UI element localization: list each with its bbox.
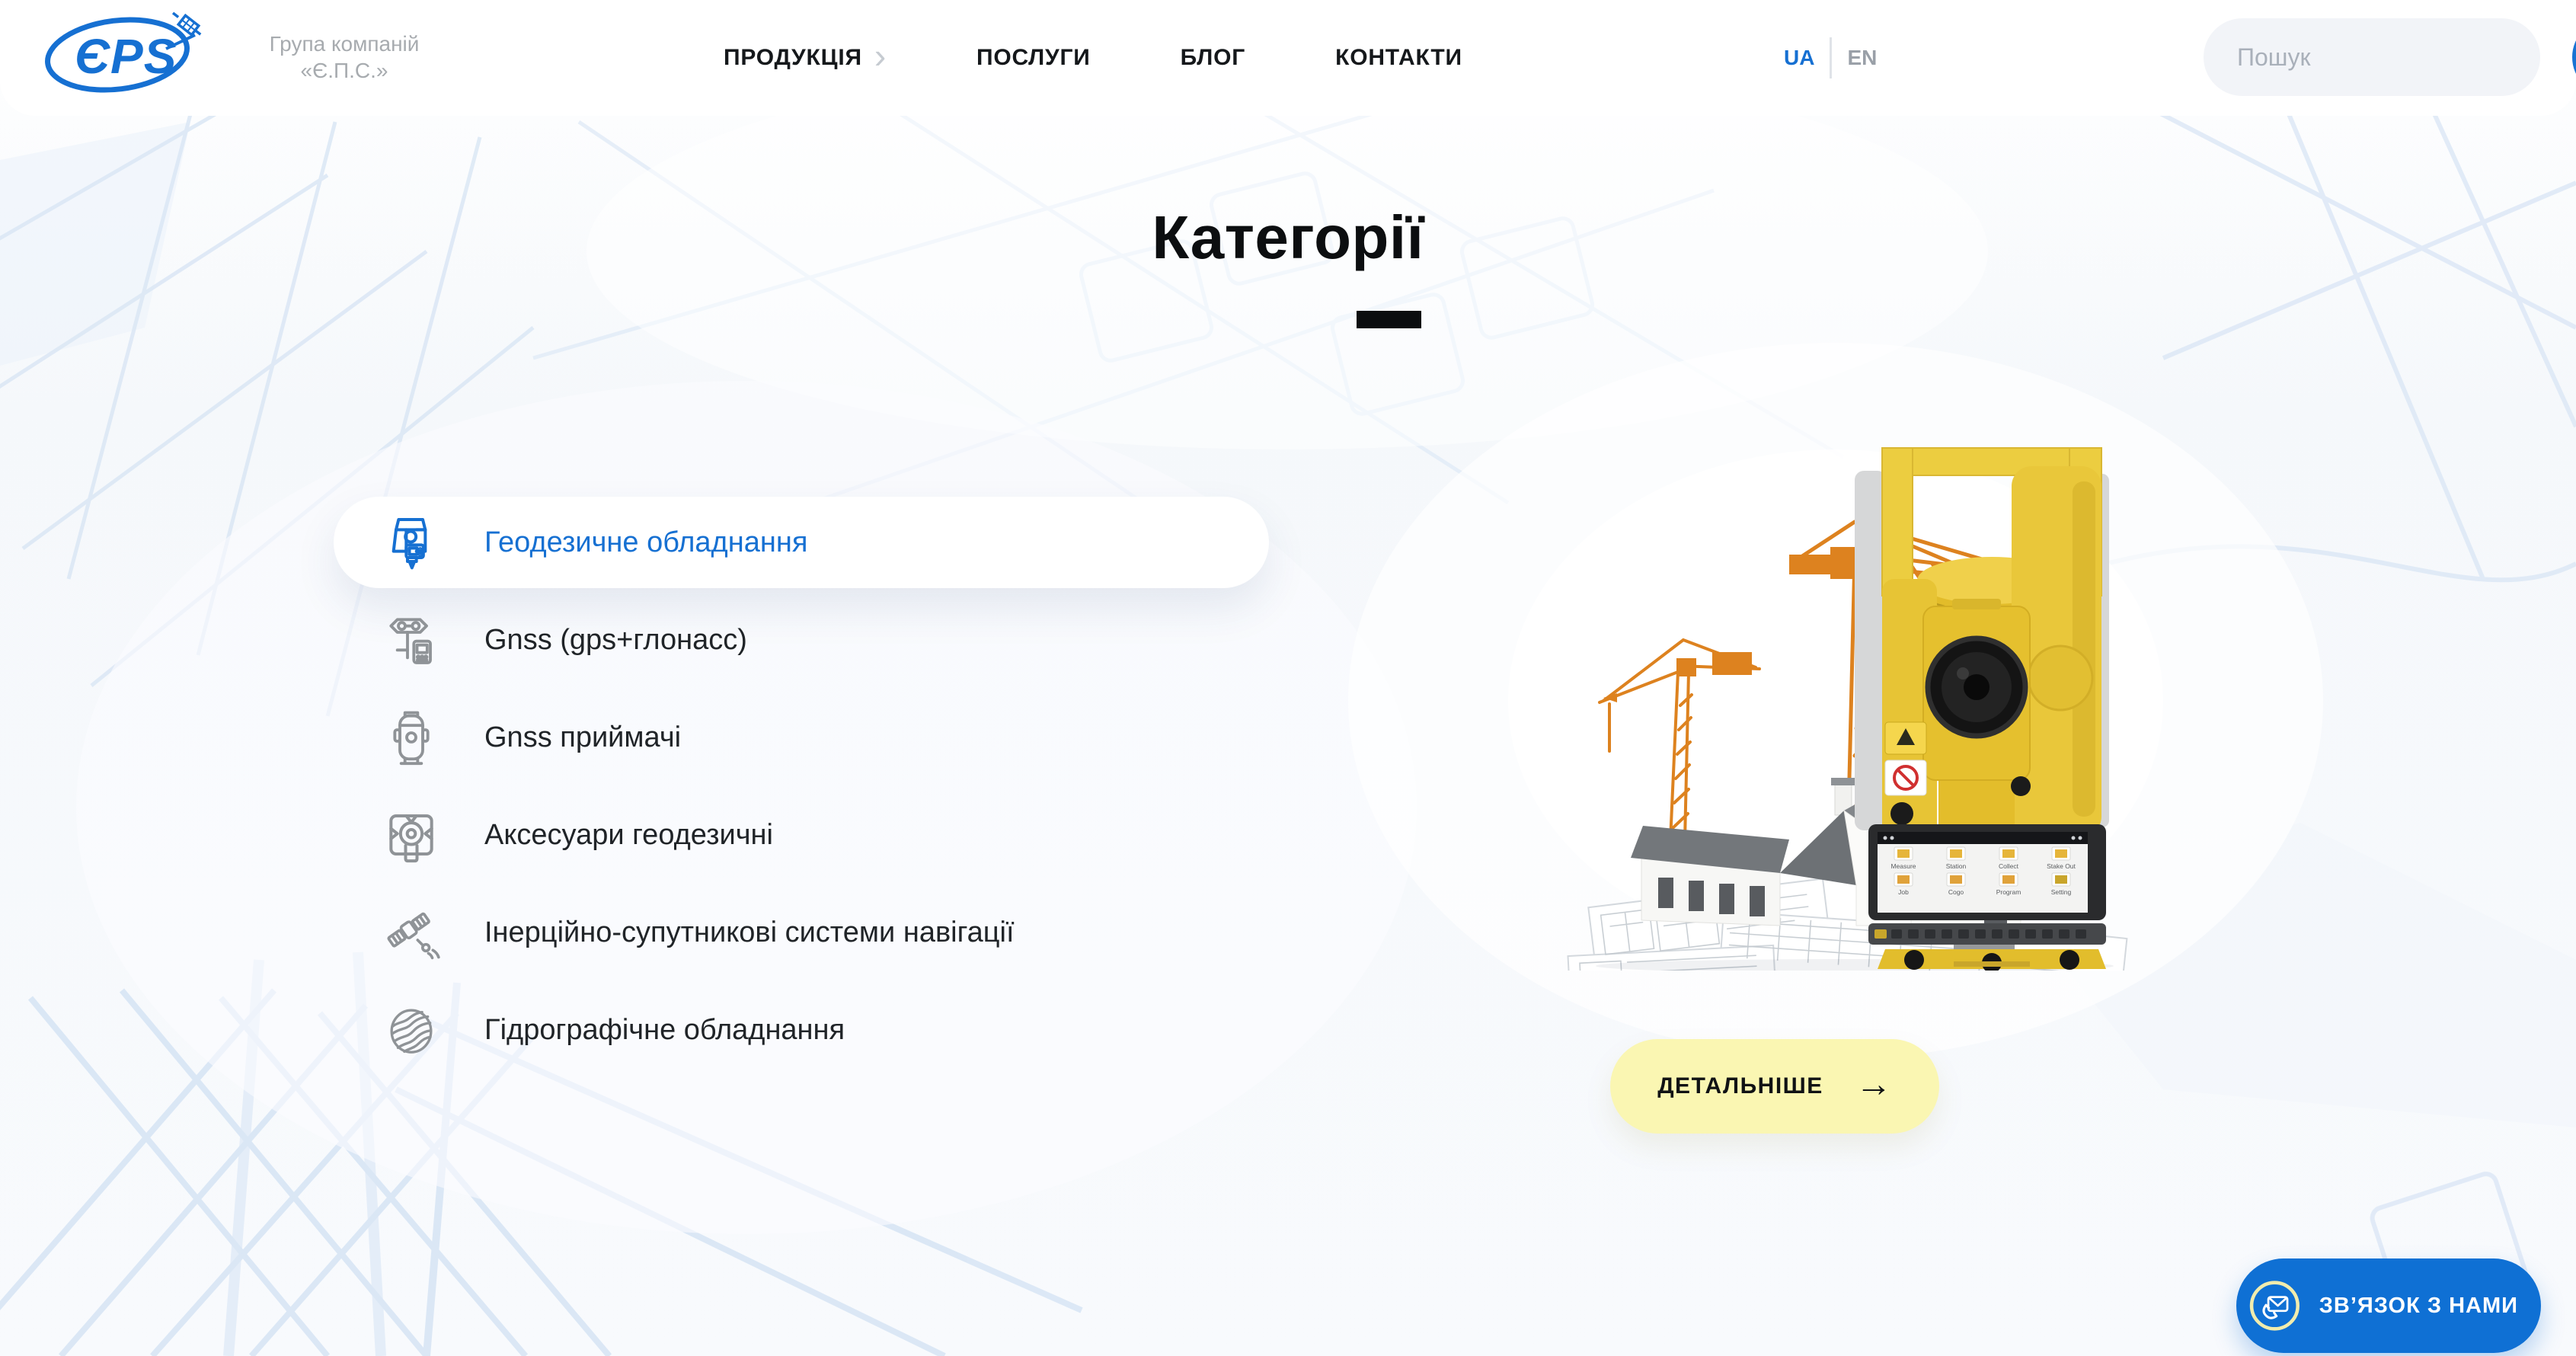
lang-en[interactable]: EN bbox=[1847, 46, 1877, 70]
gnss-receiver-icon bbox=[381, 707, 442, 768]
category-label: Аксесуари геодезичні bbox=[484, 819, 773, 852]
company-logo[interactable]: ЄPS bbox=[40, 9, 216, 103]
lang-divider bbox=[1830, 37, 1832, 78]
gnss-antenna-icon bbox=[381, 609, 442, 670]
device-app-label: Stake Out bbox=[2047, 862, 2076, 870]
total-station-graphic: Measure Station Collect Stake Out Job Co… bbox=[1855, 448, 2109, 971]
hero-illustration: Measure Station Collect Stake Out Job Co… bbox=[1527, 427, 2140, 971]
device-app-label: Cogo bbox=[1948, 888, 1964, 896]
category-item-geodetic-equipment[interactable]: Геодезичне обладнання bbox=[334, 497, 1269, 588]
nav-item-services[interactable]: ПОСЛУГИ bbox=[976, 45, 1091, 71]
device-app-label: Measure bbox=[1890, 862, 1916, 870]
language-switcher: UA EN bbox=[1784, 0, 1877, 116]
tribrach-accessories-icon bbox=[381, 804, 442, 865]
category-item-hydrographic-equipment[interactable]: Гідрографічне обладнання bbox=[334, 984, 1269, 1076]
category-item-gnss-receivers[interactable]: Gnss приймачі bbox=[334, 692, 1269, 783]
category-item-gnss-gps-glonass[interactable]: Gnss (gps+глонасс) bbox=[334, 594, 1269, 686]
details-button[interactable]: ДЕТАЛЬНІШЕ → bbox=[1610, 1039, 1939, 1134]
category-item-inertial-satellite-navigation[interactable]: Інерційно-супутникові системи навігації bbox=[334, 887, 1269, 978]
device-app-label: Job bbox=[1898, 888, 1909, 896]
logo-text: ЄPS bbox=[75, 29, 177, 84]
category-label: Геодезичне обладнання bbox=[484, 526, 807, 559]
category-label: Гідрографічне обладнання bbox=[484, 1014, 845, 1047]
category-label: Gnss приймачі bbox=[484, 721, 681, 754]
contact-button-label: ЗВ’ЯЗОК З НАМИ bbox=[2319, 1294, 2518, 1319]
satellite-navigation-icon bbox=[381, 902, 442, 963]
nav-item-blog[interactable]: БЛОГ bbox=[1181, 45, 1245, 71]
phone-mail-icon bbox=[2247, 1269, 2303, 1342]
contact-us-button[interactable]: ЗВ’ЯЗОК З НАМИ bbox=[2236, 1258, 2541, 1353]
search-button[interactable] bbox=[2572, 18, 2576, 96]
device-app-label: Program bbox=[1996, 888, 2021, 896]
nav-item-contacts[interactable]: КОНТАКТИ bbox=[1335, 45, 1462, 71]
hydrographic-icon bbox=[381, 999, 442, 1060]
device-app-label: Setting bbox=[2051, 888, 2072, 896]
device-app-label: Collect bbox=[1999, 862, 2019, 870]
device-app-label: Station bbox=[1946, 862, 1967, 870]
category-list: Геодезичне обладнання Gnss (gps+глонасс) bbox=[334, 497, 1269, 1082]
page-title: Категорії bbox=[0, 203, 2576, 273]
title-underline bbox=[1357, 311, 1421, 328]
site-header: ЄPS Група компаній«Є.П.С.» ПРОДУКЦІЯ› ПО… bbox=[0, 0, 2576, 116]
category-item-geodetic-accessories[interactable]: Аксесуари геодезичні bbox=[334, 789, 1269, 881]
category-label: Gnss (gps+глонасс) bbox=[484, 624, 747, 657]
logo-graphic: ЄPS bbox=[40, 9, 216, 99]
nav-item-products[interactable]: ПРОДУКЦІЯ› bbox=[724, 45, 887, 71]
total-station-icon bbox=[381, 512, 442, 573]
search-input[interactable] bbox=[2204, 18, 2572, 96]
main-nav: ПРОДУКЦІЯ› ПОСЛУГИ БЛОГ КОНТАКТИ bbox=[724, 0, 1462, 116]
company-name: Група компаній«Є.П.С.» bbox=[245, 30, 443, 84]
search-bar bbox=[2204, 18, 2540, 96]
lang-ua[interactable]: UA bbox=[1784, 46, 1814, 70]
details-button-label: ДЕТАЛЬНІШЕ bbox=[1657, 1073, 1823, 1099]
category-label: Інерційно-супутникові системи навігації bbox=[484, 916, 1015, 949]
